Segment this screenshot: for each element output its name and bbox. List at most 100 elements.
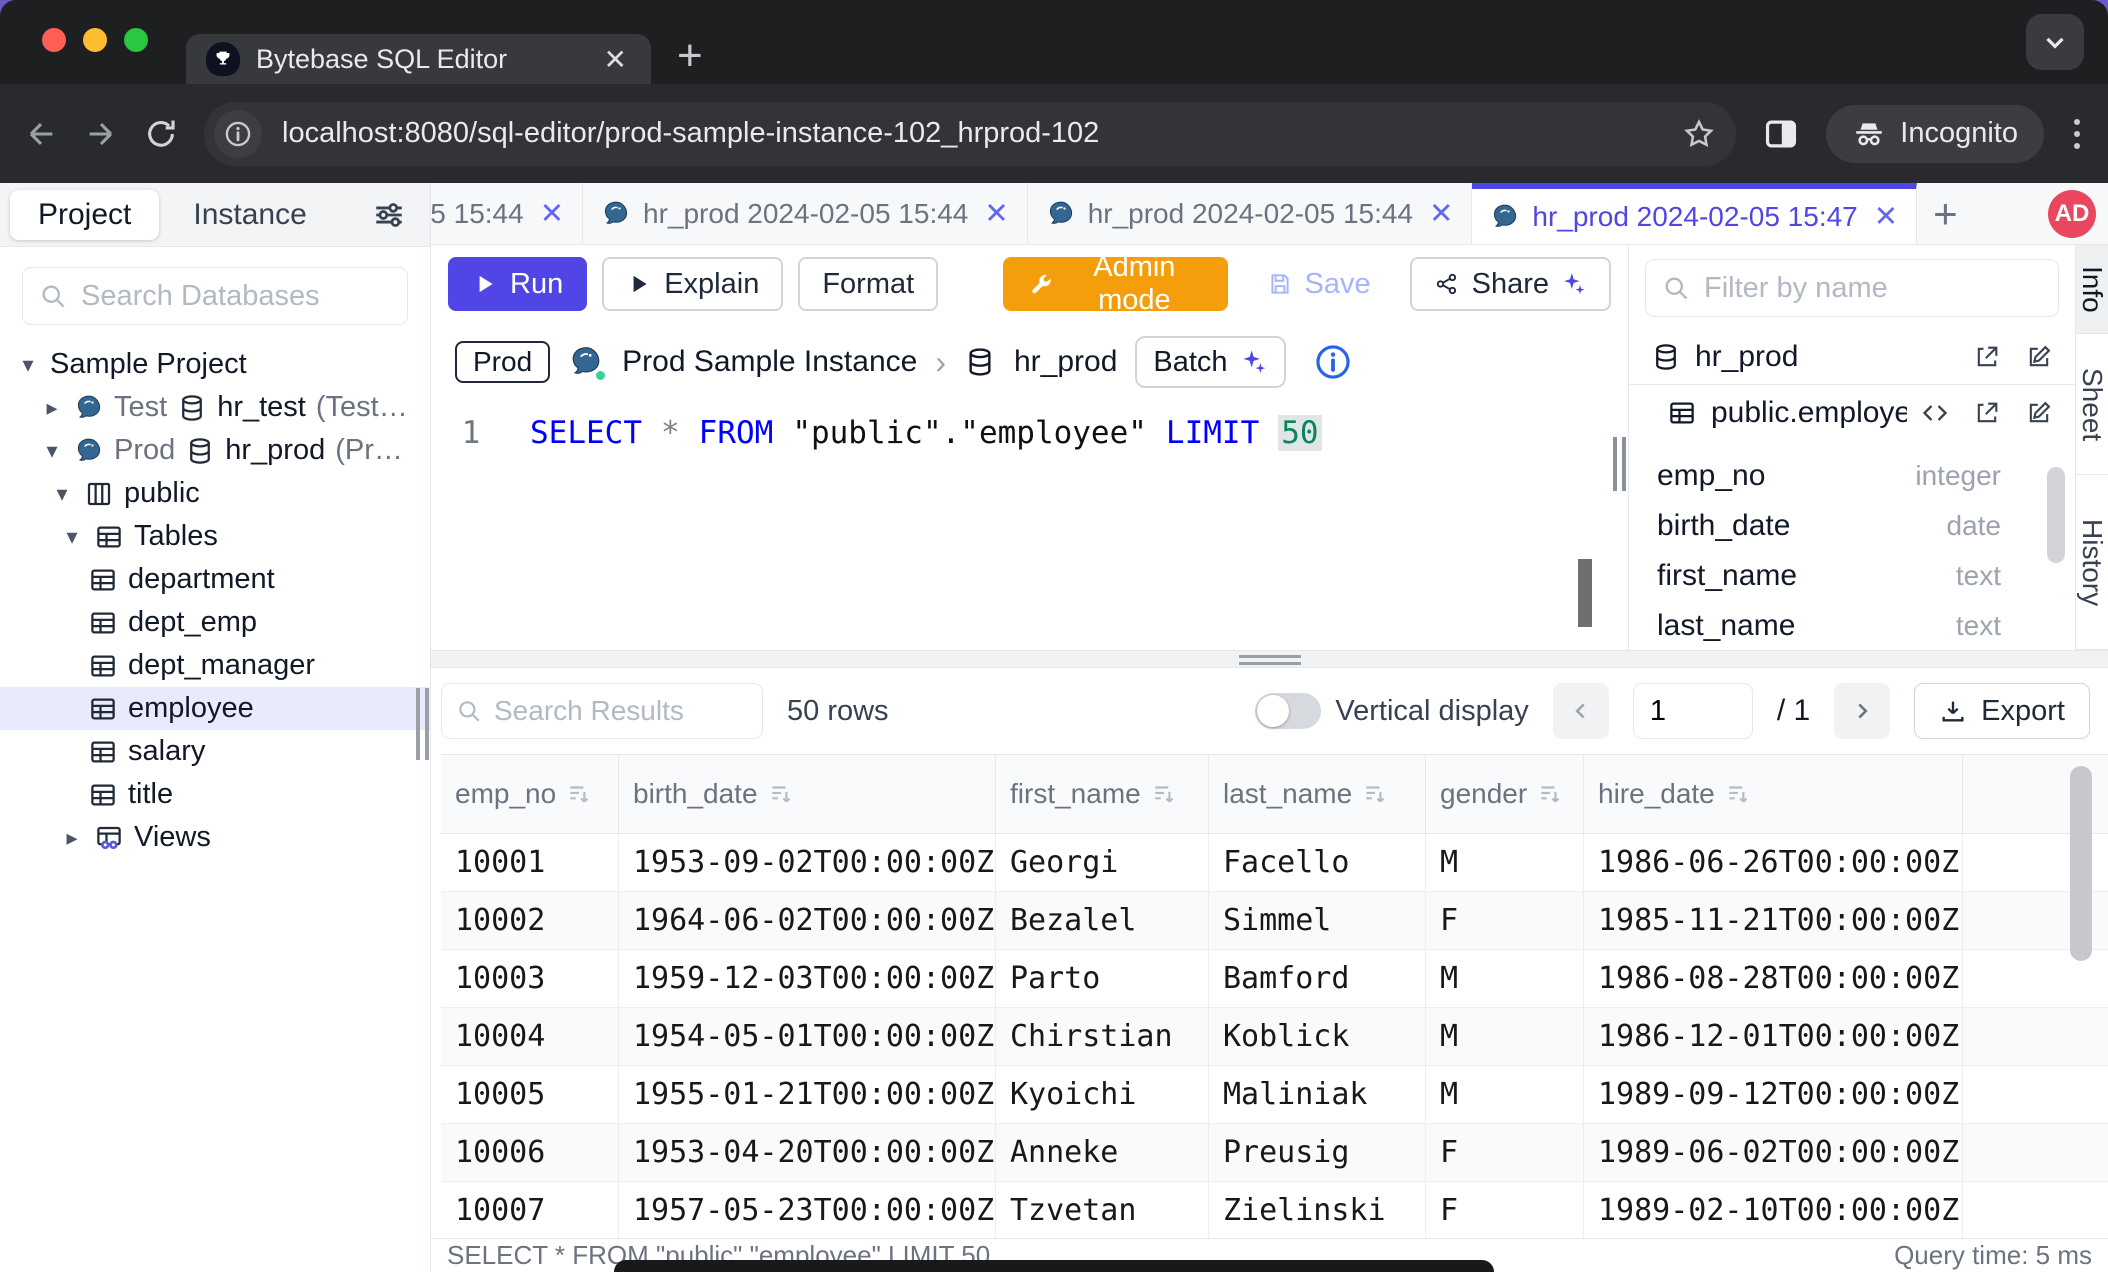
horizontal-splitter[interactable] bbox=[431, 650, 2108, 668]
caret-down-icon[interactable]: ▾ bbox=[50, 481, 74, 507]
edit-icon[interactable] bbox=[2025, 343, 2053, 371]
column-header[interactable]: hire_date bbox=[1584, 755, 1963, 833]
tree-item-table-dept-emp[interactable]: dept_emp bbox=[0, 601, 430, 644]
tab-project[interactable]: Project bbox=[10, 190, 159, 240]
tree-item-table-dept-manager[interactable]: dept_manager bbox=[0, 644, 430, 687]
panel-database-row[interactable]: hr_prod bbox=[1629, 329, 2075, 385]
close-icon[interactable]: ✕ bbox=[980, 196, 1008, 231]
external-link-icon[interactable] bbox=[1973, 343, 2001, 371]
results-search[interactable] bbox=[441, 683, 763, 739]
tree-item-table-department[interactable]: department bbox=[0, 558, 430, 601]
side-panel-icon[interactable] bbox=[1762, 115, 1800, 153]
url-bar[interactable]: localhost:8080/sql-editor/prod-sample-in… bbox=[204, 102, 1736, 166]
admin-mode-button[interactable]: Admin mode bbox=[1003, 257, 1227, 311]
caret-down-icon[interactable]: ▾ bbox=[60, 524, 84, 550]
environment-chip[interactable]: Prod bbox=[455, 341, 550, 383]
caret-down-icon[interactable]: ▾ bbox=[16, 352, 40, 378]
close-window-button[interactable] bbox=[42, 28, 66, 52]
tree-item-tables-group[interactable]: ▾ Tables bbox=[0, 515, 430, 558]
explain-button[interactable]: Explain bbox=[602, 257, 783, 311]
sort-icon[interactable] bbox=[1537, 781, 1563, 807]
batch-mode-chip[interactable]: Batch bbox=[1135, 336, 1285, 388]
tree-settings-sliders-icon[interactable] bbox=[372, 198, 406, 232]
tree-item-database-hr-prod[interactable]: ▾ Prod hr_prod (Pr… bbox=[0, 429, 430, 472]
sort-icon[interactable] bbox=[768, 781, 794, 807]
new-sheet-button[interactable]: + bbox=[1917, 183, 1974, 244]
bookmark-star-icon[interactable] bbox=[1682, 117, 1716, 151]
sidebar-resize-handle[interactable] bbox=[416, 688, 429, 760]
database-search[interactable] bbox=[22, 267, 408, 325]
sql-editor[interactable]: 1SELECT*FROM"public"."employee"LIMIT50 bbox=[431, 401, 1628, 650]
column-header[interactable]: last_name bbox=[1209, 755, 1426, 833]
panel-scrollbar-thumb[interactable] bbox=[2047, 467, 2065, 563]
site-info-icon[interactable] bbox=[214, 110, 262, 158]
save-button[interactable]: Save bbox=[1243, 257, 1395, 311]
minimize-window-button[interactable] bbox=[83, 28, 107, 52]
tab-instance[interactable]: Instance bbox=[165, 190, 334, 240]
url-text[interactable]: localhost:8080/sql-editor/prod-sample-in… bbox=[282, 117, 1662, 150]
sort-icon[interactable] bbox=[1725, 781, 1751, 807]
database-name[interactable]: hr_prod bbox=[1014, 345, 1117, 379]
vertical-display-toggle[interactable] bbox=[1255, 693, 1321, 729]
tree-item-project[interactable]: ▾ Sample Project bbox=[0, 343, 430, 386]
page-number-input[interactable] bbox=[1633, 683, 1753, 739]
sort-icon[interactable] bbox=[566, 781, 592, 807]
schema-filter-input[interactable] bbox=[1704, 272, 2042, 305]
column-header[interactable]: birth_date bbox=[619, 755, 996, 833]
prev-page-button[interactable] bbox=[1553, 683, 1609, 739]
editor-scrollbar-thumb[interactable] bbox=[1578, 559, 1592, 627]
column-header[interactable]: emp_no bbox=[441, 755, 619, 833]
panel-resize-handle[interactable] bbox=[1613, 437, 1626, 491]
info-circle-icon[interactable] bbox=[1314, 343, 1352, 381]
tab-search-button[interactable] bbox=[2026, 14, 2084, 70]
format-button[interactable]: Format bbox=[798, 257, 938, 311]
reload-icon[interactable] bbox=[144, 117, 178, 151]
panel-table-row[interactable]: public.employee bbox=[1629, 385, 2075, 441]
sort-icon[interactable] bbox=[1362, 781, 1388, 807]
tree-item-table-salary[interactable]: salary bbox=[0, 730, 430, 773]
schema-filter[interactable] bbox=[1645, 259, 2059, 317]
table-row[interactable]: 100021964-06-02T00:00:00ZBezalelSimmelF1… bbox=[441, 892, 2108, 950]
table-row[interactable]: 100071957-05-23T00:00:00ZTzvetanZielinsk… bbox=[441, 1182, 2108, 1238]
next-page-button[interactable] bbox=[1834, 683, 1890, 739]
sheet-tab-1[interactable]: 5 15:44 ✕ bbox=[431, 183, 583, 244]
share-button[interactable]: Share bbox=[1410, 257, 1611, 311]
tree-item-schema-public[interactable]: ▾ public bbox=[0, 472, 430, 515]
table-row[interactable]: 100011953-09-02T00:00:00ZGeorgiFacelloM1… bbox=[441, 834, 2108, 892]
table-row[interactable]: 100031959-12-03T00:00:00ZPartoBamfordM19… bbox=[441, 950, 2108, 1008]
table-scrollbar-thumb[interactable] bbox=[2070, 766, 2092, 961]
close-tab-icon[interactable]: ✕ bbox=[600, 43, 631, 76]
sheet-tab-2[interactable]: hr_prod 2024-02-05 15:44 ✕ bbox=[583, 183, 1028, 244]
tree-item-table-employee-selected[interactable]: employee bbox=[0, 687, 430, 730]
column-header[interactable]: first_name bbox=[996, 755, 1209, 833]
column-header[interactable]: gender bbox=[1426, 755, 1584, 833]
table-row[interactable]: 100061953-04-20T00:00:00ZAnnekePreusigF1… bbox=[441, 1124, 2108, 1182]
forward-icon[interactable] bbox=[84, 117, 118, 151]
tree-item-views-group[interactable]: ▸ Views bbox=[0, 816, 430, 859]
caret-right-icon[interactable]: ▸ bbox=[40, 395, 64, 421]
caret-down-icon[interactable]: ▾ bbox=[40, 438, 64, 464]
external-link-icon[interactable] bbox=[1973, 399, 2001, 427]
table-row[interactable]: 100051955-01-21T00:00:00ZKyoichiMaliniak… bbox=[441, 1066, 2108, 1124]
rail-tab-info[interactable]: Info bbox=[2076, 245, 2108, 334]
results-search-input[interactable] bbox=[494, 695, 748, 727]
caret-right-icon[interactable]: ▸ bbox=[60, 825, 84, 851]
export-button[interactable]: Export bbox=[1914, 683, 2090, 739]
browser-tab[interactable]: Bytebase SQL Editor ✕ bbox=[186, 34, 651, 84]
rail-tab-sheet[interactable]: Sheet bbox=[2076, 334, 2108, 475]
browser-menu-kebab-icon[interactable] bbox=[2070, 115, 2084, 153]
sheet-tab-3[interactable]: hr_prod 2024-02-05 15:44 ✕ bbox=[1028, 183, 1473, 244]
run-button[interactable]: Run bbox=[448, 257, 587, 311]
back-icon[interactable] bbox=[24, 117, 58, 151]
database-search-input[interactable] bbox=[81, 280, 391, 313]
window-controls[interactable] bbox=[42, 28, 148, 52]
new-tab-button[interactable]: + bbox=[677, 34, 703, 78]
tree-item-database-hr-test[interactable]: ▸ Test hr_test (Test… bbox=[0, 386, 430, 429]
edit-icon[interactable] bbox=[2025, 399, 2053, 427]
code-icon[interactable] bbox=[1921, 399, 1949, 427]
table-row[interactable]: 100041954-05-01T00:00:00ZChirstianKoblic… bbox=[441, 1008, 2108, 1066]
close-icon[interactable]: ✕ bbox=[1425, 196, 1453, 231]
avatar[interactable]: AD bbox=[2048, 190, 2096, 238]
rail-tab-history[interactable]: History bbox=[2076, 475, 2108, 650]
zoom-window-button[interactable] bbox=[124, 28, 148, 52]
